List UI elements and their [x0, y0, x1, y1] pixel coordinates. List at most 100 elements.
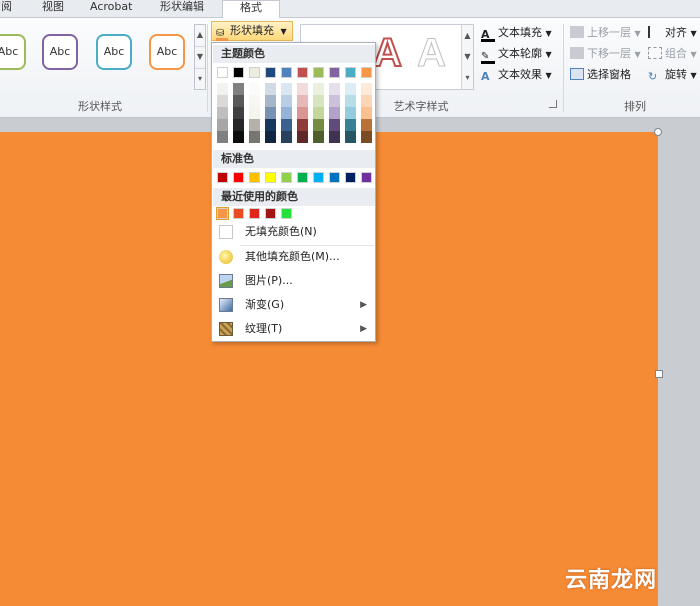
text-outline-button[interactable]: ✎ 文本轮廓 ▼: [481, 45, 552, 64]
send-backward-button[interactable]: 下移一层 ▼: [570, 45, 641, 61]
picture-fill-item[interactable]: 图片(P)...: [213, 270, 375, 292]
theme-tint-swatch[interactable]: [345, 119, 356, 131]
theme-tint-swatch[interactable]: [329, 107, 340, 119]
theme-color-swatch-2[interactable]: [249, 67, 260, 78]
theme-color-swatch-4[interactable]: [281, 67, 292, 78]
standard-color-swatch-5[interactable]: [297, 172, 308, 183]
theme-tint-swatch[interactable]: [329, 131, 340, 143]
theme-color-swatch-3[interactable]: [265, 67, 276, 78]
recent-color-swatch-0[interactable]: [216, 207, 229, 220]
more-fill-colors-item[interactable]: 其他填充颜色(M)...: [213, 246, 375, 268]
scroll-up-icon[interactable]: ▲: [195, 25, 205, 47]
standard-color-swatch-4[interactable]: [281, 172, 292, 183]
theme-tint-swatch[interactable]: [217, 83, 228, 95]
standard-color-swatch-9[interactable]: [361, 172, 372, 183]
standard-color-swatch-1[interactable]: [233, 172, 244, 183]
theme-tint-swatch[interactable]: [361, 95, 372, 107]
theme-tint-swatch[interactable]: [329, 119, 340, 131]
theme-tint-swatch[interactable]: [265, 95, 276, 107]
theme-tint-swatch[interactable]: [217, 95, 228, 107]
tab-review[interactable]: 审阅: [0, 0, 22, 18]
theme-tint-swatch[interactable]: [265, 107, 276, 119]
recent-color-swatch-2[interactable]: [249, 208, 260, 219]
standard-color-swatch-3[interactable]: [265, 172, 276, 183]
standard-color-swatch-7[interactable]: [329, 172, 340, 183]
tab-format[interactable]: 格式: [222, 0, 280, 19]
theme-tint-swatch[interactable]: [281, 83, 292, 95]
theme-color-swatch-0[interactable]: [217, 67, 228, 78]
theme-color-swatch-6[interactable]: [313, 67, 324, 78]
theme-tint-swatch[interactable]: [233, 119, 244, 131]
shape-fill-button[interactable]: ⛁ 形状填充 ▼: [211, 21, 293, 41]
theme-tint-swatch[interactable]: [217, 107, 228, 119]
scroll-down-icon[interactable]: ▼: [195, 47, 205, 69]
no-fill-item[interactable]: 无填充颜色(N): [213, 221, 375, 243]
theme-tint-swatch[interactable]: [313, 131, 324, 143]
theme-tint-swatch[interactable]: [265, 83, 276, 95]
text-fill-button[interactable]: A 文本填充 ▼: [481, 24, 552, 42]
rotate-button[interactable]: ↻ 旋转 ▼: [648, 66, 697, 83]
shape-style-3[interactable]: Abc: [96, 34, 132, 70]
text-effects-button[interactable]: A 文本效果 ▼: [481, 66, 552, 83]
theme-color-swatch-9[interactable]: [361, 67, 372, 78]
standard-color-swatch-2[interactable]: [249, 172, 260, 183]
shape-style-2[interactable]: Abc: [42, 34, 78, 70]
resize-handle-top-right[interactable]: [654, 128, 662, 136]
theme-tint-swatch[interactable]: [361, 107, 372, 119]
theme-tint-swatch[interactable]: [249, 83, 260, 95]
shape-style-4[interactable]: Abc: [149, 34, 185, 70]
standard-color-swatch-8[interactable]: [345, 172, 356, 183]
gradient-fill-item[interactable]: 渐变(G) ▶: [213, 294, 375, 316]
theme-tint-swatch[interactable]: [313, 83, 324, 95]
theme-tint-swatch[interactable]: [361, 119, 372, 131]
gallery-more-icon[interactable]: ▾: [195, 69, 205, 91]
wordart-style-gray-outline[interactable]: A: [417, 31, 447, 76]
theme-color-swatch-8[interactable]: [345, 67, 356, 78]
theme-tint-swatch[interactable]: [249, 95, 260, 107]
bring-forward-button[interactable]: 上移一层 ▼: [570, 24, 641, 40]
theme-tint-swatch[interactable]: [313, 119, 324, 131]
theme-tint-swatch[interactable]: [345, 83, 356, 95]
theme-tint-swatch[interactable]: [233, 95, 244, 107]
theme-tint-swatch[interactable]: [361, 131, 372, 143]
align-button[interactable]: 对齐 ▼: [648, 24, 697, 40]
theme-color-swatch-5[interactable]: [297, 67, 308, 78]
tab-shape-edit[interactable]: 形状编辑: [160, 0, 204, 18]
theme-tint-swatch[interactable]: [249, 119, 260, 131]
theme-tint-swatch[interactable]: [249, 107, 260, 119]
selection-pane-button[interactable]: 选择窗格: [570, 66, 631, 82]
theme-tint-swatch[interactable]: [233, 131, 244, 143]
tab-acrobat[interactable]: Acrobat: [90, 0, 132, 18]
theme-tint-swatch[interactable]: [345, 95, 356, 107]
theme-tint-swatch[interactable]: [297, 83, 308, 95]
wordart-style-red-outline[interactable]: A: [372, 30, 403, 76]
resize-handle-right[interactable]: [655, 370, 663, 378]
theme-tint-swatch[interactable]: [297, 119, 308, 131]
theme-color-swatch-1[interactable]: [233, 67, 244, 78]
theme-tint-swatch[interactable]: [265, 131, 276, 143]
theme-tint-swatch[interactable]: [313, 95, 324, 107]
theme-tint-swatch[interactable]: [233, 83, 244, 95]
theme-tint-swatch[interactable]: [329, 83, 340, 95]
theme-tint-swatch[interactable]: [281, 119, 292, 131]
theme-tint-swatch[interactable]: [249, 131, 260, 143]
texture-fill-item[interactable]: 纹理(T) ▶: [213, 318, 375, 340]
recent-color-swatch-1[interactable]: [233, 208, 244, 219]
theme-tint-swatch[interactable]: [297, 131, 308, 143]
tab-view[interactable]: 视图: [42, 0, 64, 18]
recent-color-swatch-4[interactable]: [281, 208, 292, 219]
theme-tint-swatch[interactable]: [297, 95, 308, 107]
group-button[interactable]: 组合 ▼: [648, 45, 697, 61]
shape-style-gallery-scroll[interactable]: ▲ ▼ ▾: [194, 24, 206, 90]
theme-tint-swatch[interactable]: [345, 131, 356, 143]
wordart-gallery-scroll[interactable]: ▲ ▼ ▾: [461, 25, 473, 89]
standard-color-swatch-6[interactable]: [313, 172, 324, 183]
theme-tint-swatch[interactable]: [345, 107, 356, 119]
theme-tint-swatch[interactable]: [329, 95, 340, 107]
theme-tint-swatch[interactable]: [265, 119, 276, 131]
theme-tint-swatch[interactable]: [313, 107, 324, 119]
standard-color-swatch-0[interactable]: [217, 172, 228, 183]
theme-tint-swatch[interactable]: [281, 107, 292, 119]
dialog-launcher-icon[interactable]: [549, 100, 557, 108]
theme-tint-swatch[interactable]: [217, 119, 228, 131]
